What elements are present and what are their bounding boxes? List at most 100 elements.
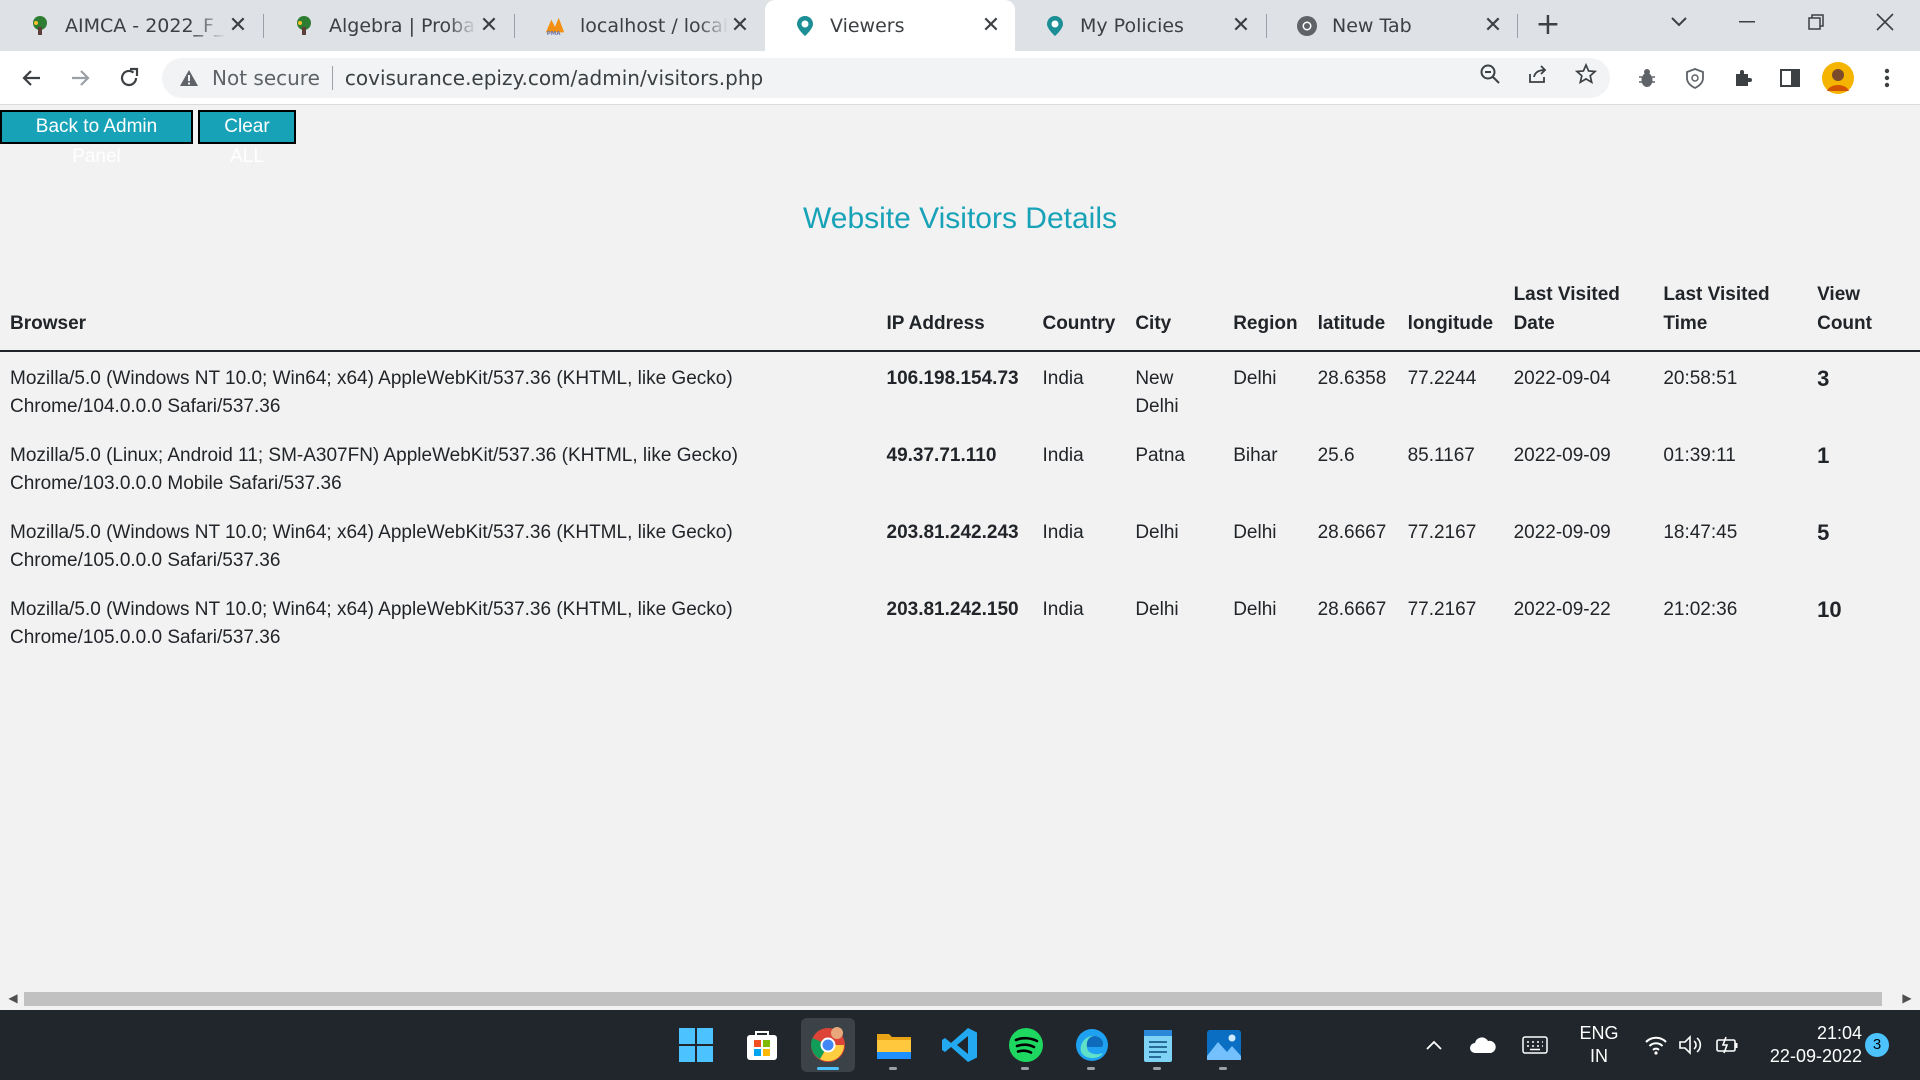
forward-button[interactable]	[61, 59, 99, 97]
tab-aimca[interactable]: AIMCA - 2022_F_Batch ✕	[0, 0, 262, 51]
close-tab-icon[interactable]: ✕	[477, 13, 501, 38]
running-indicator	[1021, 1067, 1029, 1070]
tab-my-policies[interactable]: My Policies ✕	[1015, 0, 1265, 51]
share-icon[interactable]	[1522, 58, 1554, 90]
close-tab-icon[interactable]: ✕	[728, 13, 752, 38]
new-tab-button[interactable]: +	[1531, 9, 1565, 43]
header-latitude: latitude	[1307, 272, 1398, 352]
cell-city: New Delhi	[1135, 368, 1179, 417]
close-tab-icon[interactable]: ✕	[979, 13, 1003, 38]
restore-button[interactable]	[1781, 0, 1851, 44]
microsoft-store-icon[interactable]	[735, 1018, 789, 1072]
close-window-button[interactable]	[1850, 0, 1920, 44]
tab-new-tab[interactable]: New Tab ✕	[1267, 0, 1517, 51]
close-tab-icon[interactable]: ✕	[1481, 13, 1505, 38]
notepad-icon[interactable]	[1131, 1018, 1185, 1072]
header-country: Country	[1032, 272, 1126, 352]
running-indicator	[1153, 1067, 1161, 1070]
tab-title: Viewers	[830, 14, 905, 37]
battery-charging-icon[interactable]	[1712, 1010, 1742, 1080]
spotify-icon[interactable]	[999, 1018, 1053, 1072]
cell-browser: Mozilla/5.0 (Windows NT 10.0; Win64; x64…	[10, 368, 733, 417]
cell-city: Delhi	[1135, 522, 1179, 543]
tab-title: localhost / localhost	[580, 14, 728, 37]
minimize-button[interactable]	[1712, 0, 1782, 44]
wifi-icon[interactable]	[1641, 1010, 1671, 1080]
edge-icon[interactable]	[1065, 1018, 1119, 1072]
svg-text:PMA: PMA	[547, 31, 562, 37]
cell-country: India	[1042, 522, 1084, 543]
back-button[interactable]	[13, 59, 51, 97]
volume-icon[interactable]	[1676, 1010, 1706, 1080]
zoom-icon[interactable]	[1474, 58, 1506, 90]
chrome-menu-icon[interactable]	[1868, 59, 1906, 97]
shield-extension-icon[interactable]	[1676, 59, 1714, 97]
clock-date: 22-09-2022	[1769, 1046, 1862, 1066]
cell-city: Delhi	[1135, 599, 1179, 620]
tab-algebra[interactable]: Algebra | Probability ✕	[264, 0, 513, 51]
extensions-puzzle-icon[interactable]	[1724, 59, 1762, 97]
cell-browser: Mozilla/5.0 (Linux; Android 11; SM-A307F…	[10, 445, 738, 494]
windows-start-icon[interactable]	[669, 1018, 723, 1072]
photos-icon[interactable]	[1197, 1018, 1251, 1072]
cell-last-visited-time: 01:39:11	[1663, 445, 1736, 466]
cell-ip-address: 203.81.242.243	[886, 522, 1019, 543]
header-view-count: View Count	[1807, 272, 1920, 352]
tree-logo-icon	[293, 15, 315, 37]
tab-localhost[interactable]: PMA localhost / localhost ✕	[515, 0, 764, 51]
tab-title: New Tab	[1332, 14, 1412, 37]
address-bar[interactable]: Not secure covisurance.epizy.com/admin/v…	[162, 58, 1610, 98]
warning-icon[interactable]	[178, 67, 200, 89]
cell-browser: Mozilla/5.0 (Windows NT 10.0; Win64; x64…	[10, 599, 733, 648]
cell-view-count: 1	[1817, 443, 1830, 468]
running-indicator	[1087, 1067, 1095, 1070]
touch-keyboard-icon[interactable]	[1518, 1010, 1552, 1080]
clock-time: 21:04	[1816, 1023, 1862, 1043]
cell-region: Delhi	[1233, 368, 1277, 389]
clear-all-button[interactable]: Clear ALL	[198, 110, 296, 167]
language-indicator[interactable]: ENG IN	[1569, 1010, 1629, 1080]
cell-last-visited-date: 2022-09-22	[1513, 599, 1611, 620]
close-tab-icon[interactable]: ✕	[1229, 13, 1253, 38]
running-indicator	[889, 1067, 897, 1070]
phpmyadmin-icon: PMA	[544, 15, 566, 37]
scroll-right-arrow-icon[interactable]: ▶	[1900, 990, 1914, 1006]
horizontal-scrollbar[interactable]: ◀ ▶	[0, 986, 1920, 1010]
security-label[interactable]: Not secure	[212, 66, 320, 90]
chrome-icon[interactable]	[801, 1018, 855, 1072]
vscode-icon[interactable]	[933, 1018, 987, 1072]
show-hidden-icons-icon[interactable]	[1418, 1010, 1450, 1080]
onedrive-cloud-icon[interactable]	[1466, 1010, 1500, 1080]
back-to-admin-button[interactable]: Back to Admin Panel	[0, 110, 193, 167]
header-city: City	[1125, 272, 1224, 352]
file-explorer-icon[interactable]	[867, 1018, 921, 1072]
table-row: Mozilla/5.0 (Windows NT 10.0; Win64; x64…	[0, 583, 1920, 660]
region-label: IN	[1590, 1046, 1608, 1066]
notification-badge[interactable]: 3	[1865, 1033, 1889, 1057]
cell-longitude: 77.2167	[1407, 522, 1477, 543]
scrollbar-thumb[interactable]	[24, 992, 1882, 1006]
cell-longitude: 77.2167	[1407, 599, 1477, 620]
url-text[interactable]: covisurance.epizy.com/admin/visitors.php	[345, 66, 763, 90]
reload-button[interactable]	[110, 59, 148, 97]
profile-avatar[interactable]	[1819, 59, 1857, 97]
tab-title: Algebra | Probability	[329, 14, 477, 37]
tab-title: AIMCA - 2022_F_Batch	[65, 14, 226, 37]
active-indicator	[817, 1067, 839, 1070]
divider	[331, 66, 333, 90]
bug-extension-icon[interactable]	[1628, 59, 1666, 97]
table-row: Mozilla/5.0 (Windows NT 10.0; Win64; x64…	[0, 506, 1920, 583]
bookmark-star-icon[interactable]	[1570, 58, 1602, 90]
side-panel-icon[interactable]	[1771, 59, 1809, 97]
scroll-left-arrow-icon[interactable]: ◀	[6, 990, 20, 1006]
tab-viewers[interactable]: Viewers ✕	[765, 0, 1015, 51]
header-last-visited-time: Last Visited Time	[1653, 272, 1808, 352]
clock[interactable]: 21:04 22-09-2022	[1750, 1010, 1862, 1080]
cell-browser: Mozilla/5.0 (Windows NT 10.0; Win64; x64…	[10, 522, 733, 571]
cell-latitude: 28.6358	[1317, 368, 1387, 389]
table-row: Mozilla/5.0 (Linux; Android 11; SM-A307F…	[0, 429, 1920, 506]
tree-logo-icon	[29, 15, 51, 37]
close-tab-icon[interactable]: ✕	[226, 13, 250, 38]
tab-search-button[interactable]	[1644, 0, 1714, 44]
cell-latitude: 28.6667	[1317, 599, 1387, 620]
